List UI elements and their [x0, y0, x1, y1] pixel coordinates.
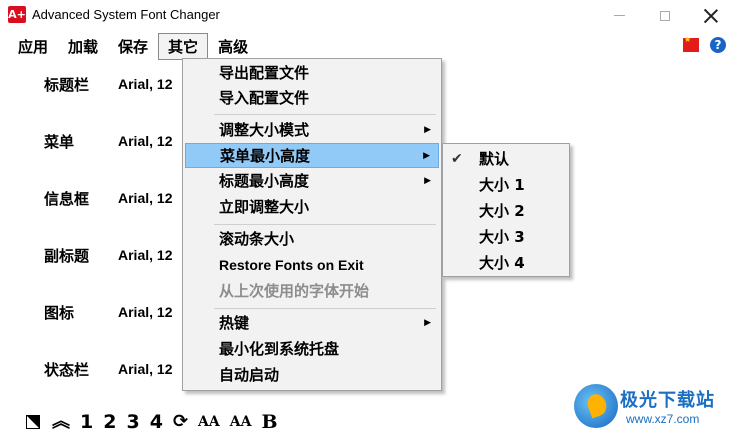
bottom-toolbar: ︽ 1 2 3 4 ⟳ AA AA B [26, 410, 288, 434]
menu-item-label: 立即调整大小 [219, 198, 310, 216]
preset-3-button[interactable]: 3 [126, 410, 139, 434]
menu-other[interactable]: 其它 [158, 33, 209, 60]
setting-label-titlebar: 标题栏 [44, 76, 90, 94]
setting-label-icon: 图标 [44, 304, 75, 322]
menu-item-start-last-fonts: 从上次使用的字体开始 [185, 279, 439, 304]
submenu-item-label: 大小 1 [479, 176, 525, 194]
maximize-icon [660, 10, 670, 21]
menu-item-import-config[interactable]: 导入配置文件 [185, 86, 439, 111]
menu-item-restore-fonts-on-exit[interactable]: Restore Fonts on Exit [185, 253, 439, 278]
menu-item-resize-mode[interactable]: 调整大小模式 ▶ [185, 118, 439, 143]
menu-save[interactable]: 保存 [108, 33, 158, 60]
submenu-arrow-icon: ▶ [424, 125, 431, 135]
submenu-item-label: 大小 2 [479, 202, 525, 220]
menu-separator [214, 114, 436, 115]
font-aa-large-button[interactable]: AA [198, 410, 220, 434]
china-flag-icon[interactable] [683, 35, 699, 52]
setting-value-titlebar[interactable]: Arial, 12 [118, 76, 172, 92]
menu-min-height-submenu: ✔ 默认 大小 1 大小 2 大小 3 大小 4 [442, 143, 570, 277]
minimize-button[interactable] [596, 0, 642, 31]
setting-value-statusbar[interactable]: Arial, 12 [118, 361, 172, 377]
watermark-logo [574, 384, 618, 428]
menu-separator [214, 224, 436, 225]
menu-load[interactable]: 加载 [58, 33, 108, 60]
menu-item-label: 热键 [219, 314, 250, 332]
menu-item-label: 最小化到系统托盘 [219, 340, 340, 358]
setting-value-messagebox[interactable]: Arial, 12 [118, 190, 172, 206]
bold-button[interactable]: B [262, 410, 278, 434]
preset-1-button[interactable]: 1 [80, 410, 93, 434]
menu-item-hotkeys[interactable]: 热键 ▶ [185, 311, 439, 336]
setting-label-statusbar: 状态栏 [44, 361, 90, 379]
check-icon: ✔ [451, 151, 463, 167]
menu-item-label: 自动启动 [219, 366, 280, 384]
submenu-item-default[interactable]: ✔ 默认 [445, 146, 567, 172]
menu-item-label: Restore Fonts on Exit [219, 257, 364, 273]
setting-label-messagebox: 信息框 [44, 190, 90, 208]
preset-4-button[interactable]: 4 [150, 410, 163, 434]
menu-item-scrollbar-size[interactable]: 滚动条大小 [185, 227, 439, 252]
submenu-arrow-icon: ▶ [424, 318, 431, 328]
menu-item-label: 滚动条大小 [219, 230, 295, 248]
app-icon: A+ [8, 6, 26, 23]
window-title: Advanced System Font Changer [32, 7, 220, 22]
menu-item-label: 调整大小模式 [219, 121, 310, 139]
setting-value-menu[interactable]: Arial, 12 [118, 133, 172, 149]
submenu-item-size-1[interactable]: 大小 1 [445, 172, 567, 198]
corner-triangle-icon[interactable] [26, 415, 40, 429]
submenu-item-label: 默认 [479, 150, 510, 168]
menu-apply[interactable]: 应用 [8, 33, 58, 60]
menu-item-resize-now[interactable]: 立即调整大小 [185, 195, 439, 220]
setting-value-icon[interactable]: Arial, 12 [118, 304, 172, 320]
watermark-url: www.xz7.com [626, 412, 700, 426]
menu-bar: 应用 加载 保存 其它 高级 [8, 33, 258, 60]
submenu-item-size-4[interactable]: 大小 4 [445, 250, 567, 276]
help-icon[interactable]: ? [710, 37, 726, 53]
close-icon [704, 9, 718, 23]
menu-item-title-min-height[interactable]: 标题最小高度 ▶ [185, 169, 439, 194]
menu-item-autostart[interactable]: 自动启动 [185, 363, 439, 388]
menu-item-minimize-to-tray[interactable]: 最小化到系统托盘 [185, 337, 439, 362]
submenu-arrow-icon: ▶ [424, 176, 431, 186]
up-arrows-icon[interactable]: ︽ [52, 410, 70, 434]
other-dropdown-menu: 导出配置文件 导入配置文件 调整大小模式 ▶ 菜单最小高度 ▶ 标题最小高度 ▶ 立即… [182, 58, 442, 391]
maximize-button[interactable] [642, 0, 688, 31]
menu-item-label: 导入配置文件 [219, 89, 310, 107]
preset-2-button[interactable]: 2 [103, 410, 116, 434]
setting-label-menu: 菜单 [44, 133, 75, 151]
close-button[interactable] [688, 0, 734, 31]
menu-item-label: 标题最小高度 [219, 172, 310, 190]
submenu-item-size-2[interactable]: 大小 2 [445, 198, 567, 224]
menu-item-label: 菜单最小高度 [220, 147, 311, 165]
watermark-title: 极光下载站 [620, 390, 715, 411]
menu-advanced[interactable]: 高级 [208, 33, 258, 60]
title-bar: A+ Advanced System Font Changer [0, 0, 734, 31]
menu-item-label: 从上次使用的字体开始 [219, 282, 370, 300]
submenu-item-label: 大小 4 [479, 254, 525, 272]
minimize-icon [613, 15, 625, 16]
menu-separator [214, 308, 436, 309]
submenu-arrow-icon: ▶ [423, 151, 430, 161]
menu-item-export-config[interactable]: 导出配置文件 [185, 61, 439, 86]
submenu-item-label: 大小 3 [479, 228, 525, 246]
submenu-item-size-3[interactable]: 大小 3 [445, 224, 567, 250]
setting-value-subtitle[interactable]: Arial, 12 [118, 247, 172, 263]
setting-label-subtitle: 副标题 [44, 247, 90, 265]
menu-item-label: 导出配置文件 [219, 64, 310, 82]
menu-item-menu-min-height[interactable]: 菜单最小高度 ▶ [185, 143, 439, 168]
font-aa-small-button[interactable]: AA [230, 410, 252, 434]
refresh-icon[interactable]: ⟳ [173, 410, 188, 434]
